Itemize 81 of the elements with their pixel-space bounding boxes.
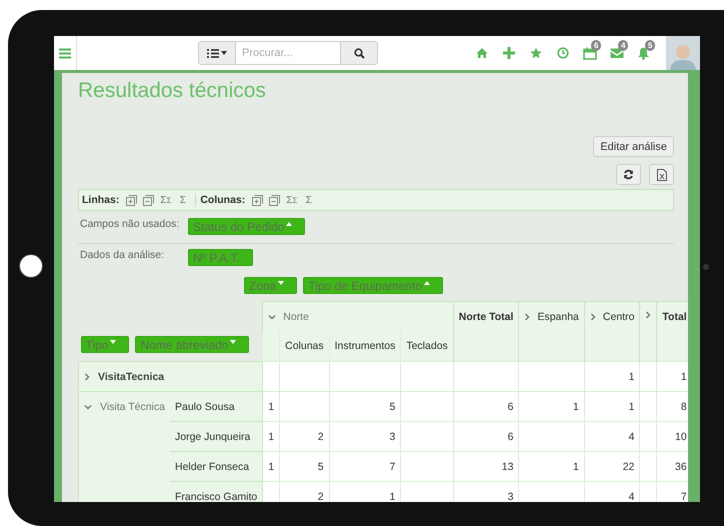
column-header: Instrumentos xyxy=(329,332,401,362)
list-icon xyxy=(207,48,219,58)
table-cell: 1 xyxy=(262,392,280,422)
table-cell: 7 xyxy=(656,482,688,502)
plus-icon[interactable] xyxy=(502,47,514,59)
sum-toggle[interactable]: Σ xyxy=(300,194,318,206)
table-cell: 1 xyxy=(518,452,584,482)
count-badge: 6 xyxy=(591,40,602,51)
table-cell: 1 xyxy=(329,482,401,502)
search-icon xyxy=(354,48,364,58)
edit-analysis-button[interactable]: Editar análise xyxy=(593,136,674,157)
table-cell: 22 xyxy=(584,452,640,482)
table-cell: 36 xyxy=(656,452,688,482)
table-cell: 4 xyxy=(584,482,640,502)
sum-toggle[interactable]: Σ xyxy=(174,194,192,206)
list-dropdown-button[interactable] xyxy=(199,42,235,64)
column-header: Norte Total xyxy=(453,302,519,362)
refresh-button[interactable] xyxy=(616,164,641,185)
table-cell: 1 xyxy=(656,362,688,392)
table-cell: 3 xyxy=(453,482,519,502)
field-chip[interactable]: Tipo de Equipamento xyxy=(303,277,443,294)
table-cell: 7 xyxy=(329,452,401,482)
field-chip[interactable]: Zona xyxy=(244,277,298,294)
table-cell: 6 xyxy=(453,392,519,422)
field-label: Dados da análise: xyxy=(80,249,166,261)
toolbar-label: Colunas: xyxy=(200,194,246,206)
chevron-right-icon[interactable] xyxy=(84,372,90,380)
calendar-icon[interactable] xyxy=(582,46,596,60)
chevron-right-icon[interactable] xyxy=(645,311,652,319)
star-icon[interactable] xyxy=(530,47,542,59)
table-cell: 8 xyxy=(656,392,688,422)
table-cell: 6 xyxy=(453,422,519,452)
column-header: Teclados xyxy=(400,332,454,362)
menu-icon[interactable] xyxy=(59,48,71,58)
excel-export-button[interactable] xyxy=(649,164,674,185)
clock-icon[interactable] xyxy=(556,47,568,59)
table-cell: 5 xyxy=(329,392,401,422)
toolbar-label: Linhas: xyxy=(82,194,120,206)
table-cell: 2 xyxy=(280,422,330,452)
column-header: Total xyxy=(656,302,688,362)
table-cell: 1 xyxy=(584,392,640,422)
count-badge: 4 xyxy=(618,40,628,51)
table-cell: 10 xyxy=(656,422,688,452)
row-header[interactable]: Visita Técnica xyxy=(78,392,170,502)
column-header[interactable]: Espanha xyxy=(518,302,584,362)
column-header[interactable]: Norte xyxy=(262,302,454,332)
table-cell: 5 xyxy=(280,452,330,482)
field-chip[interactable]: Nome abreviado xyxy=(135,336,250,353)
chevron-down-icon[interactable] xyxy=(84,404,92,410)
row-header: Francisco Gamito xyxy=(170,482,263,502)
count-badge: 5 xyxy=(645,40,656,51)
page-title: Resultados técnicos xyxy=(78,79,267,104)
field-chip[interactable]: Tipo xyxy=(80,336,130,353)
chevron-down-icon[interactable] xyxy=(268,314,276,320)
row-header: Jorge Junqueira xyxy=(170,422,263,452)
caret-icon xyxy=(221,51,227,55)
refresh-icon xyxy=(623,169,634,180)
envelope-icon[interactable] xyxy=(610,47,624,59)
table-cell: 1 xyxy=(262,452,280,482)
bell-icon[interactable] xyxy=(637,46,650,60)
table-cell: 13 xyxy=(453,452,519,482)
field-chip[interactable]: Nº P.A.T. xyxy=(188,249,253,266)
table-cell: 2 xyxy=(280,482,330,502)
row-header: Helder Fonseca xyxy=(170,452,263,482)
column-header[interactable]: Centro xyxy=(584,302,640,362)
search-button[interactable] xyxy=(341,42,377,64)
table-cell: 1 xyxy=(262,422,280,452)
search-field[interactable]: Procurar... xyxy=(198,41,378,65)
table-cell: 1 xyxy=(584,362,640,392)
field-chip[interactable]: Status do Pedido xyxy=(188,218,306,235)
table-cell: 3 xyxy=(329,422,401,452)
field-label: Campos não usados: xyxy=(80,218,180,230)
home-icon[interactable] xyxy=(476,47,488,59)
chevron-right-icon[interactable] xyxy=(590,313,596,321)
chevron-right-icon[interactable] xyxy=(524,313,530,321)
column-header: Colunas xyxy=(280,332,330,362)
row-header: Paulo Sousa xyxy=(170,392,263,422)
row-header[interactable]: VisitaTecnica xyxy=(78,362,263,392)
table-cell: 4 xyxy=(584,422,640,452)
table-cell: 1 xyxy=(518,392,584,422)
spreadsheet-file-icon xyxy=(656,168,666,180)
